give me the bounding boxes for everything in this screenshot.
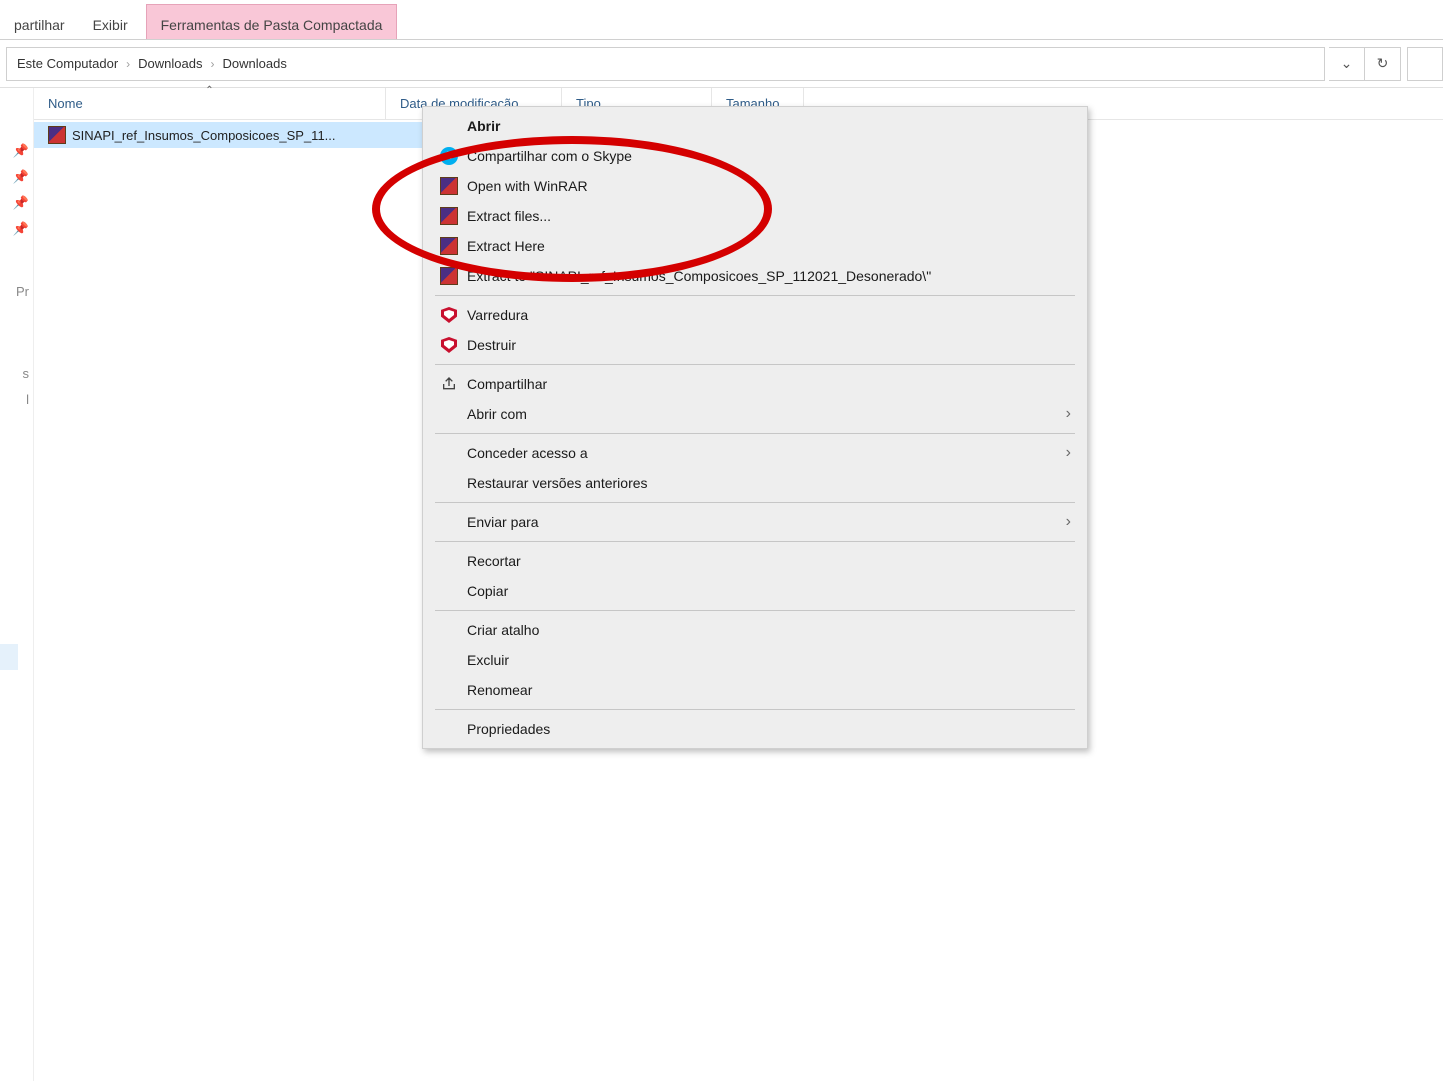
- ctx-propriedades-label: Propriedades: [467, 721, 550, 737]
- address-box[interactable]: Este Computador › Downloads › Downloads: [6, 47, 1325, 81]
- ctx-open-label: Abrir: [467, 118, 500, 134]
- file-name-cell: SINAPI_ref_Insumos_Composicoes_SP_11...: [34, 122, 386, 148]
- ctx-destruir-label: Destruir: [467, 337, 516, 353]
- sidebar-item[interactable]: s: [0, 360, 33, 386]
- sidebar-item[interactable]: l: [0, 386, 33, 412]
- winrar-icon: [440, 267, 458, 285]
- sidebar-selection: [0, 644, 18, 670]
- chevron-right-icon[interactable]: ›: [122, 57, 134, 71]
- main-area: 📌 📌 📌 📌 Pr s l ⌃ Nome Data de modificaçã…: [0, 88, 1443, 1081]
- ctx-extract-to-label: Extract to "SINAPI_ref_Insumos_Composico…: [467, 268, 931, 284]
- ctx-excluir[interactable]: Excluir: [425, 645, 1085, 675]
- ctx-extract-to[interactable]: Extract to "SINAPI_ref_Insumos_Composico…: [425, 261, 1085, 291]
- ctx-conceder-label: Conceder acesso a: [467, 445, 588, 461]
- rar-archive-icon: [48, 126, 66, 144]
- ctx-separator: [435, 364, 1075, 365]
- skype-icon: S: [440, 147, 458, 165]
- sidebar-item[interactable]: 📌: [0, 164, 33, 190]
- ctx-skype-label: Compartilhar com o Skype: [467, 148, 632, 164]
- sort-caret-icon: ⌃: [205, 85, 213, 96]
- ctx-varredura-label: Varredura: [467, 307, 528, 323]
- ctx-separator: [435, 295, 1075, 296]
- ctx-enviar-label: Enviar para: [467, 514, 539, 530]
- context-menu: Abrir S Compartilhar com o Skype Open wi…: [422, 106, 1088, 749]
- ctx-restaurar-label: Restaurar versões anteriores: [467, 475, 648, 491]
- ctx-renomear[interactable]: Renomear: [425, 675, 1085, 705]
- ribbon-tabs: partilhar Exibir Ferramentas de Pasta Co…: [0, 0, 1443, 40]
- ctx-destruir[interactable]: Destruir: [425, 330, 1085, 360]
- ctx-abrircom-label: Abrir com: [467, 406, 527, 422]
- sidebar-item[interactable]: Pr: [0, 278, 33, 304]
- ctx-propriedades[interactable]: Propriedades: [425, 714, 1085, 744]
- sidebar-item[interactable]: 📌: [0, 138, 33, 164]
- sidebar-item[interactable]: 📌: [0, 216, 33, 242]
- ctx-extract-files[interactable]: Extract files...: [425, 201, 1085, 231]
- file-name-label: SINAPI_ref_Insumos_Composicoes_SP_11...: [72, 128, 336, 143]
- winrar-icon: [440, 207, 458, 225]
- tab-view[interactable]: Exibir: [79, 9, 142, 39]
- ctx-separator: [435, 610, 1075, 611]
- pin-icon: 📌: [13, 195, 29, 211]
- sidebar-item[interactable]: 📌: [0, 190, 33, 216]
- ctx-separator: [435, 433, 1075, 434]
- winrar-icon: [440, 177, 458, 195]
- address-bar-row: Este Computador › Downloads › Downloads …: [0, 40, 1443, 88]
- ctx-compartilhar[interactable]: Compartilhar: [425, 369, 1085, 399]
- ctx-open-winrar-label: Open with WinRAR: [467, 178, 588, 194]
- mcafee-icon: [441, 337, 457, 353]
- chevron-down-icon: ⌄: [1341, 55, 1353, 72]
- submenu-arrow-icon: ›: [1066, 513, 1071, 531]
- submenu-arrow-icon: ›: [1066, 444, 1071, 462]
- ctx-recortar[interactable]: Recortar: [425, 546, 1085, 576]
- share-icon: [441, 376, 457, 392]
- ctx-varredura[interactable]: Varredura: [425, 300, 1085, 330]
- mcafee-icon: [441, 307, 457, 323]
- search-box-stub[interactable]: [1407, 47, 1443, 81]
- ctx-recortar-label: Recortar: [467, 553, 521, 569]
- breadcrumb-downloads-1[interactable]: Downloads: [134, 54, 206, 73]
- address-dropdown-button[interactable]: ⌄: [1329, 47, 1365, 81]
- breadcrumb-downloads-2[interactable]: Downloads: [219, 54, 291, 73]
- refresh-icon: ↻: [1377, 55, 1389, 72]
- ctx-extract-here-label: Extract Here: [467, 238, 545, 254]
- header-name-label: Nome: [48, 96, 83, 111]
- pin-icon: 📌: [13, 169, 29, 185]
- ctx-conceder-acesso[interactable]: Conceder acesso a ›: [425, 438, 1085, 468]
- ctx-separator: [435, 502, 1075, 503]
- ctx-open-winrar[interactable]: Open with WinRAR: [425, 171, 1085, 201]
- ctx-abrir-com[interactable]: Abrir com ›: [425, 399, 1085, 429]
- file-list-pane: ⌃ Nome Data de modificação Tipo Tamanho …: [34, 88, 1443, 1081]
- ctx-renomear-label: Renomear: [467, 682, 532, 698]
- ctx-enviar-para[interactable]: Enviar para ›: [425, 507, 1085, 537]
- ctx-extract-files-label: Extract files...: [467, 208, 551, 224]
- pin-icon: 📌: [13, 221, 29, 237]
- tab-compressed-tools[interactable]: Ferramentas de Pasta Compactada: [146, 4, 398, 39]
- ctx-excluir-label: Excluir: [467, 652, 509, 668]
- winrar-icon: [440, 237, 458, 255]
- breadcrumb-this-pc[interactable]: Este Computador: [13, 54, 122, 73]
- header-name[interactable]: ⌃ Nome: [34, 88, 386, 119]
- chevron-right-icon[interactable]: ›: [207, 57, 219, 71]
- ctx-open[interactable]: Abrir: [425, 111, 1085, 141]
- ctx-separator: [435, 709, 1075, 710]
- ctx-separator: [435, 541, 1075, 542]
- ctx-copiar-label: Copiar: [467, 583, 508, 599]
- submenu-arrow-icon: ›: [1066, 405, 1071, 423]
- refresh-button[interactable]: ↻: [1365, 47, 1401, 81]
- pin-icon: 📌: [13, 143, 29, 159]
- ctx-extract-here[interactable]: Extract Here: [425, 231, 1085, 261]
- ctx-criar-atalho[interactable]: Criar atalho: [425, 615, 1085, 645]
- ctx-atalho-label: Criar atalho: [467, 622, 539, 638]
- nav-sidebar: 📌 📌 📌 📌 Pr s l: [0, 88, 34, 1081]
- ctx-skype-share[interactable]: S Compartilhar com o Skype: [425, 141, 1085, 171]
- ctx-compartilhar-label: Compartilhar: [467, 376, 547, 392]
- tab-share[interactable]: partilhar: [0, 9, 79, 39]
- ctx-copiar[interactable]: Copiar: [425, 576, 1085, 606]
- ctx-restaurar-versoes[interactable]: Restaurar versões anteriores: [425, 468, 1085, 498]
